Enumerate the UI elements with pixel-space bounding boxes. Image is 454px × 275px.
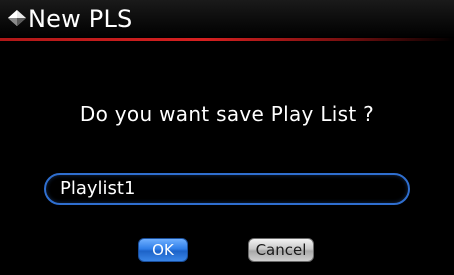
ok-button[interactable]: OK (138, 238, 188, 262)
playlist-diamond-icon (6, 8, 28, 28)
dialog-title: New PLS (28, 5, 133, 33)
title-divider (0, 38, 454, 41)
dialog-title-bar: New PLS (0, 0, 454, 38)
playlist-name-field[interactable]: Playlist1 (44, 173, 410, 205)
save-prompt-text: Do you want save Play List ? (79, 102, 375, 126)
cancel-button[interactable]: Cancel (248, 238, 314, 262)
